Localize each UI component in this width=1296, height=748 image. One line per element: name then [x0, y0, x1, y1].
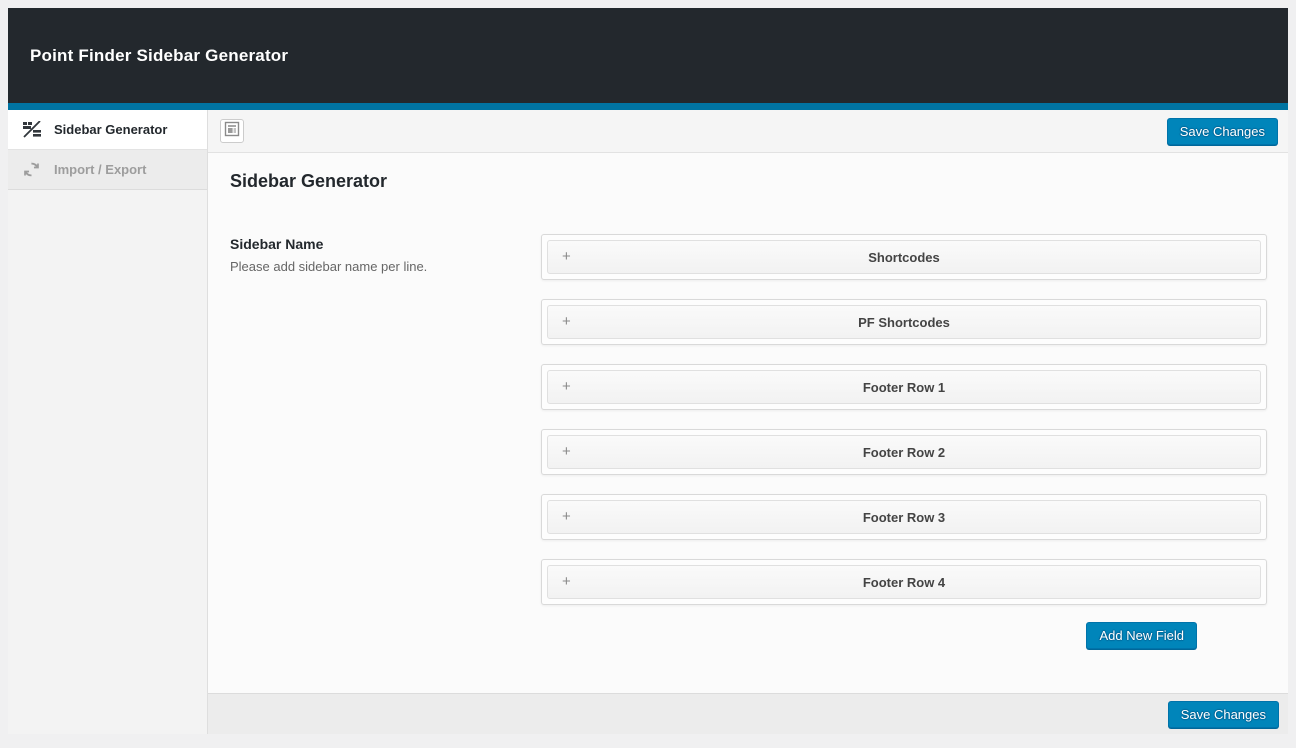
bars-slash-icon — [22, 121, 42, 138]
row-label: Footer Row 3 — [863, 510, 945, 525]
accordion-header: + Footer Row 3 — [547, 500, 1261, 534]
page-title: Point Finder Sidebar Generator — [30, 46, 288, 66]
toolbar: Save Changes — [208, 110, 1288, 153]
sidebar-row-footer-row-4[interactable]: + Footer Row 4 — [541, 559, 1267, 605]
field-label-column: Sidebar Name Please add sidebar name per… — [230, 234, 541, 649]
field-label: Sidebar Name — [230, 236, 541, 252]
sidebar-row-pf-shortcodes[interactable]: + PF Shortcodes — [541, 299, 1267, 345]
sync-icon — [22, 161, 42, 178]
plus-icon: + — [562, 313, 571, 330]
sidebar-row-footer-row-1[interactable]: + Footer Row 1 — [541, 364, 1267, 410]
main-panel: Save Changes Sidebar Generator Sidebar N… — [208, 110, 1288, 734]
body: Sidebar Generator Import / Export — [8, 110, 1288, 734]
row-label: Footer Row 2 — [863, 445, 945, 460]
field-description: Please add sidebar name per line. — [230, 259, 541, 274]
add-new-field-button[interactable]: Add New Field — [1086, 622, 1197, 649]
accordion-header: + Footer Row 1 — [547, 370, 1261, 404]
sidebar-row-shortcodes[interactable]: + Shortcodes — [541, 234, 1267, 280]
field-control-column: + Shortcodes + PF Shortcodes — [541, 234, 1267, 649]
accordion-header: + PF Shortcodes — [547, 305, 1261, 339]
row-label: Shortcodes — [868, 250, 940, 265]
nav-item-label: Import / Export — [54, 162, 146, 177]
nav-item-label: Sidebar Generator — [54, 122, 167, 137]
plus-icon: + — [562, 508, 571, 525]
plus-icon: + — [562, 573, 571, 590]
nav-item-sidebar-generator[interactable]: Sidebar Generator — [8, 110, 207, 150]
accordion-header: + Footer Row 4 — [547, 565, 1261, 599]
row-label: Footer Row 4 — [863, 575, 945, 590]
accordion-header: + Footer Row 2 — [547, 435, 1261, 469]
accent-divider — [8, 103, 1288, 110]
sidebar-row-footer-row-3[interactable]: + Footer Row 3 — [541, 494, 1267, 540]
save-changes-button-top[interactable]: Save Changes — [1167, 118, 1278, 145]
plus-icon: + — [562, 248, 571, 265]
add-field-row: Add New Field — [541, 622, 1267, 649]
plus-icon: + — [562, 443, 571, 460]
settings-content: Sidebar Generator Sidebar Name Please ad… — [208, 153, 1288, 693]
row-label: PF Shortcodes — [858, 315, 950, 330]
row-label: Footer Row 1 — [863, 380, 945, 395]
nav-item-import-export[interactable]: Import / Export — [8, 150, 207, 190]
save-changes-button-bottom[interactable]: Save Changes — [1168, 701, 1279, 728]
layout-icon — [224, 121, 240, 142]
layout-toggle-button[interactable] — [220, 119, 244, 143]
settings-nav: Sidebar Generator Import / Export — [8, 110, 208, 734]
accordion-header: + Shortcodes — [547, 240, 1261, 274]
plugin-settings-page: Point Finder Sidebar Generator — [8, 8, 1288, 734]
section-heading: Sidebar Generator — [230, 171, 1267, 192]
plus-icon: + — [562, 378, 571, 395]
footer-bar: Save Changes — [208, 693, 1288, 734]
sidebar-row-footer-row-2[interactable]: + Footer Row 2 — [541, 429, 1267, 475]
page-header: Point Finder Sidebar Generator — [8, 8, 1288, 103]
sidebar-name-field: Sidebar Name Please add sidebar name per… — [230, 234, 1267, 649]
